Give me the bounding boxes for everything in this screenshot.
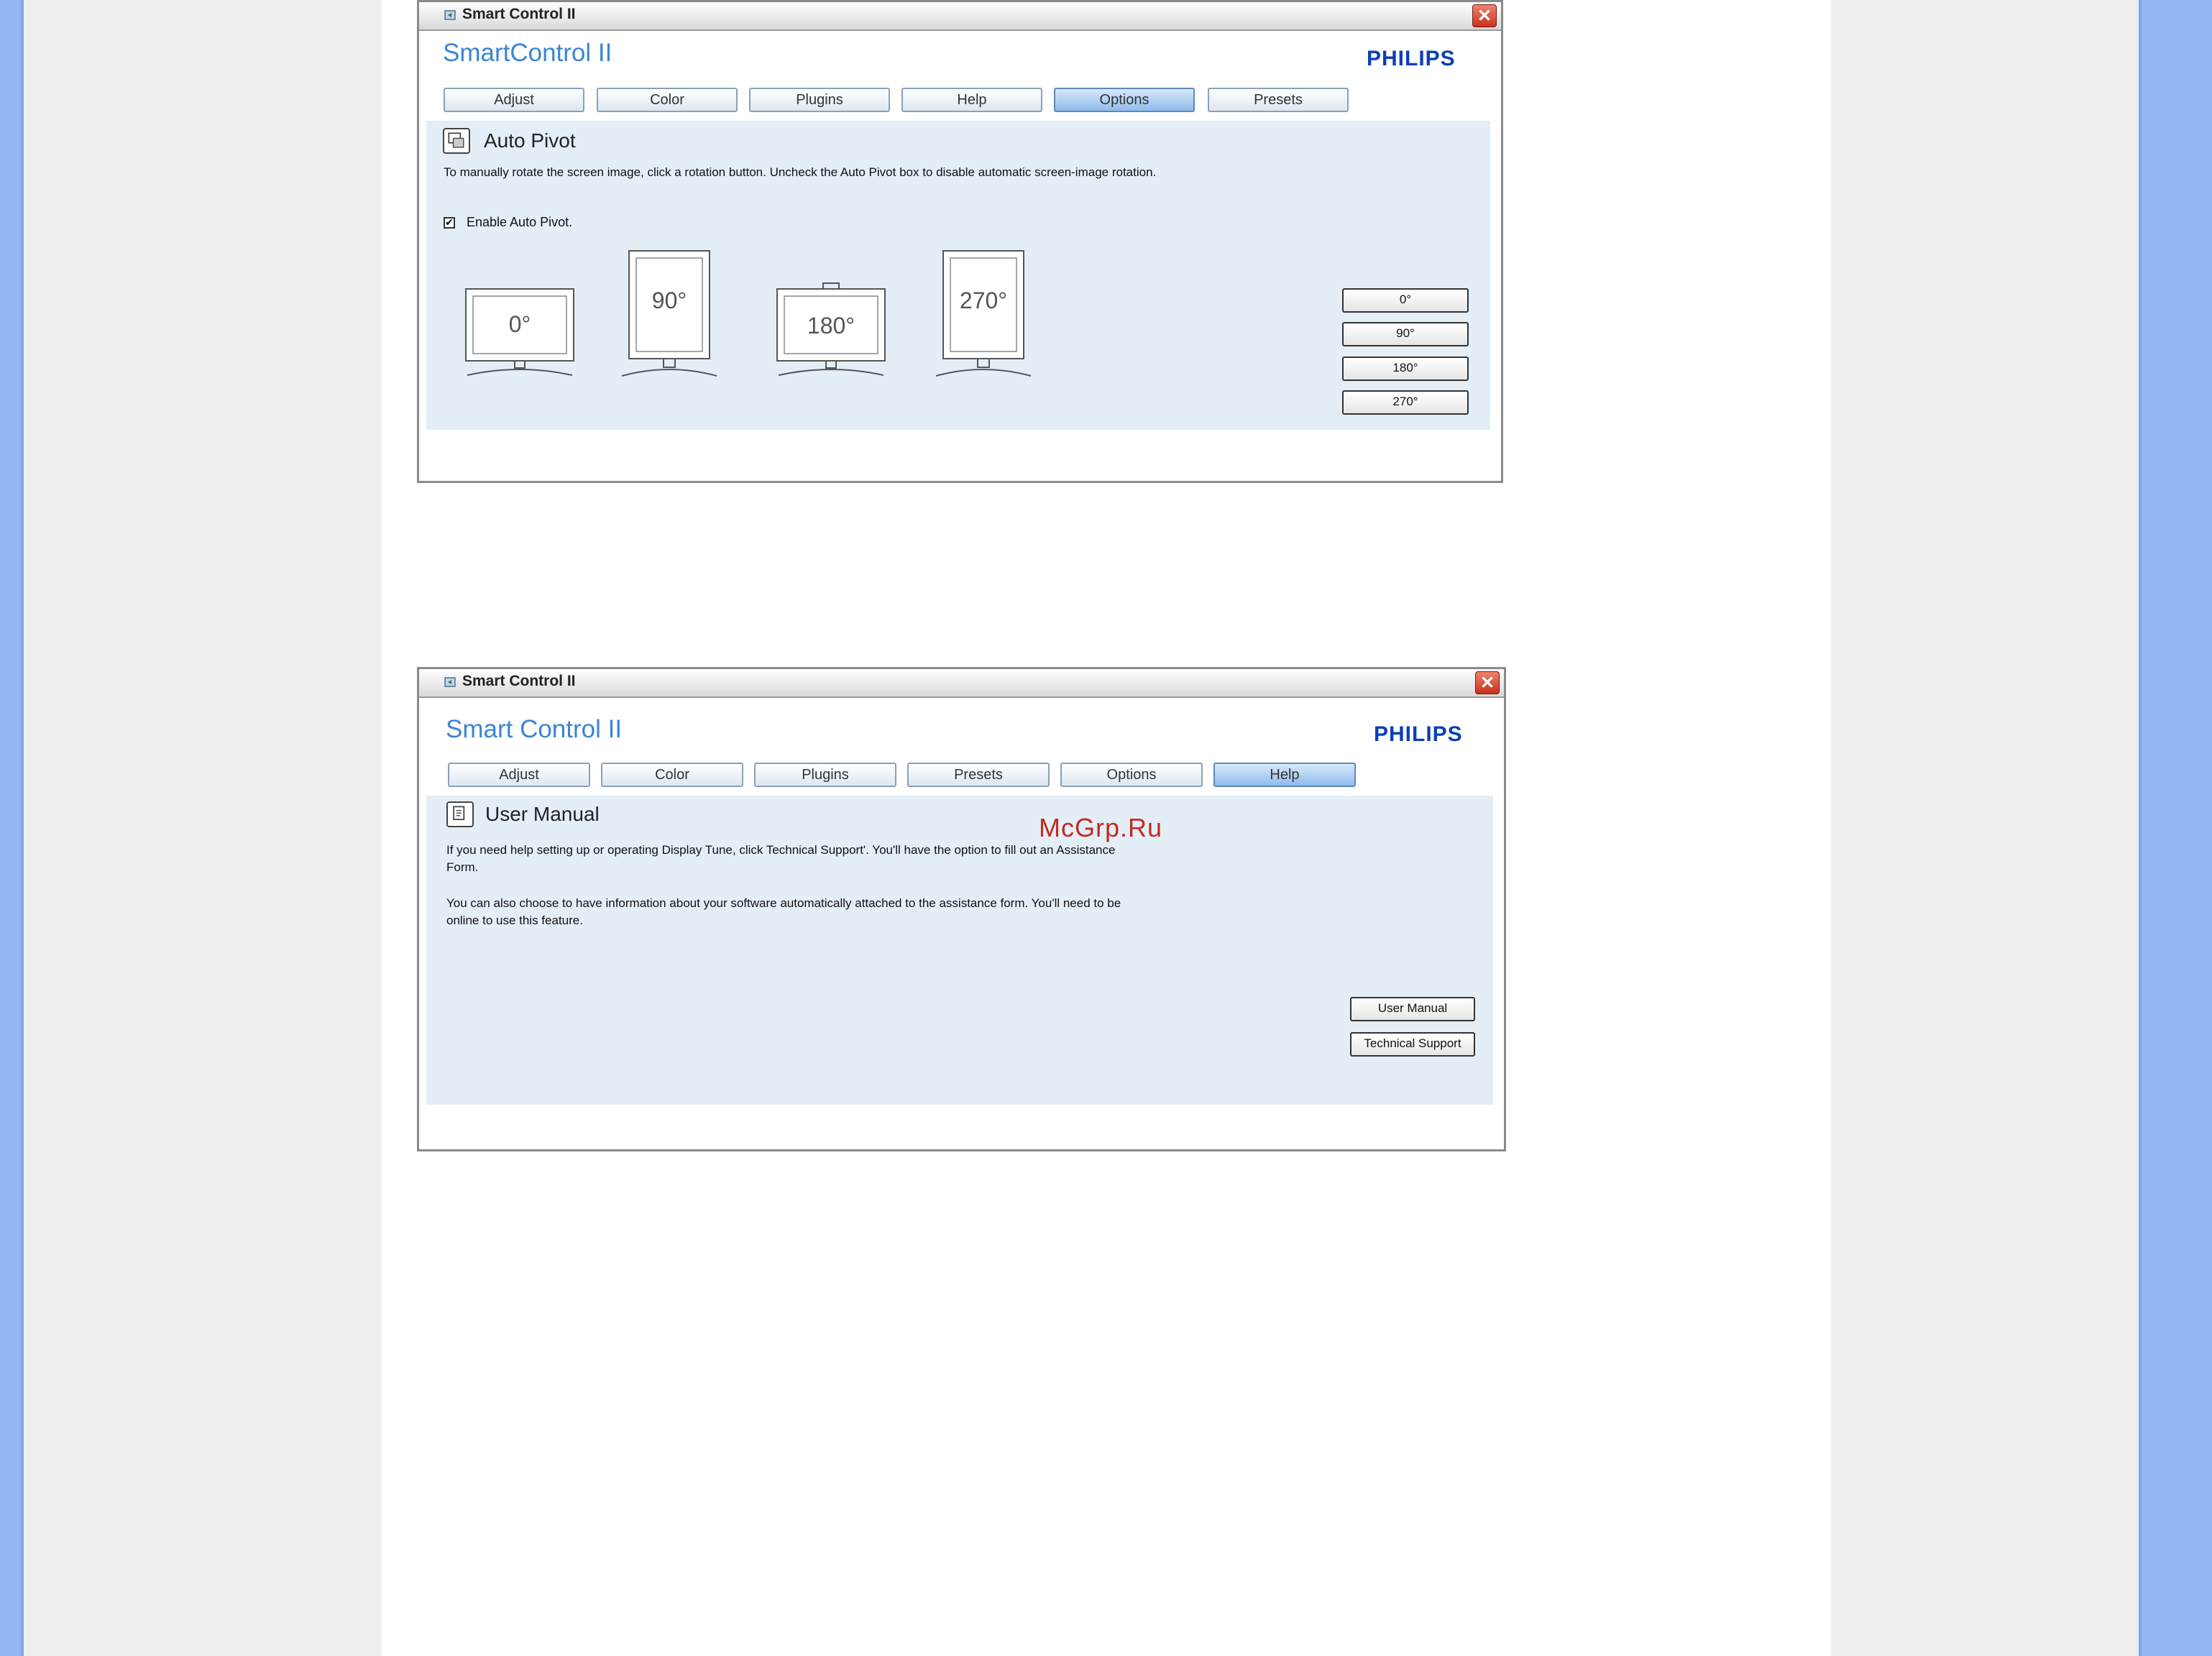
enable-auto-pivot-label: Enable Auto Pivot. xyxy=(467,215,573,229)
philips-logo: PHILIPS xyxy=(1367,47,1456,70)
section-title: Auto Pivot xyxy=(484,129,576,152)
enable-auto-pivot-checkbox[interactable]: ✔ xyxy=(444,217,455,229)
close-icon xyxy=(1479,9,1490,21)
tab-options[interactable]: Options xyxy=(1060,763,1203,787)
tab-presets[interactable]: Presets xyxy=(907,763,1050,787)
monitor-270-illustration: 270° xyxy=(935,250,1032,377)
tab-color[interactable]: Color xyxy=(597,88,738,112)
close-icon xyxy=(1482,676,1493,688)
smartcontrol-window-auto-pivot: Smart Control II SmartControl II PHILIPS… xyxy=(417,0,1503,483)
tab-adjust[interactable]: Adjust xyxy=(448,763,590,787)
status-footer xyxy=(426,433,1490,478)
rotate-90-button[interactable]: 90° xyxy=(1342,322,1469,346)
section-title: User Manual xyxy=(485,803,600,825)
title-bar: Smart Control II xyxy=(419,2,1501,31)
tab-adjust[interactable]: Adjust xyxy=(444,88,584,112)
title-bar: Smart Control II xyxy=(419,669,1504,698)
app-icon xyxy=(444,677,456,687)
auto-pivot-icon xyxy=(443,128,470,154)
technical-support-button[interactable]: Technical Support xyxy=(1350,1032,1475,1057)
user-manual-icon xyxy=(446,801,474,827)
watermark-text: McGrp.Ru xyxy=(1039,813,1163,842)
right-border-stripe xyxy=(2139,0,2212,1656)
close-button[interactable] xyxy=(1475,671,1500,694)
window-title: Smart Control II xyxy=(462,6,576,22)
tab-help[interactable]: Help xyxy=(1213,763,1356,787)
content-panel: User Manual If you need help setting up … xyxy=(426,796,1493,1105)
section-description-2: You can also choose to have information … xyxy=(446,896,1121,927)
monitor-180-label: 180° xyxy=(807,313,855,339)
app-icon xyxy=(444,10,456,20)
section-description-1: If you need help setting up or operating… xyxy=(446,843,1116,874)
rotate-180-button[interactable]: 180° xyxy=(1342,356,1469,381)
monitor-0-label: 0° xyxy=(509,311,531,337)
close-button[interactable] xyxy=(1472,4,1497,27)
rotate-0-button[interactable]: 0° xyxy=(1342,288,1469,313)
content-panel: Auto Pivot To manually rotate the screen… xyxy=(426,121,1490,430)
section-description: To manually rotate the screen image, cli… xyxy=(444,165,1157,179)
document-page: Smart Control II SmartControl II PHILIPS… xyxy=(382,0,1831,1656)
smartcontrol-window-user-manual: Smart Control II Smart Control II PHILIP… xyxy=(417,667,1506,1151)
brand-title: SmartControl II xyxy=(443,39,612,67)
monitor-270-label: 270° xyxy=(960,288,1007,313)
tab-plugins[interactable]: Plugins xyxy=(749,88,890,112)
rotate-270-button[interactable]: 270° xyxy=(1342,390,1469,415)
monitor-180-illustration: 180° xyxy=(776,282,886,376)
monitor-0-illustration: 0° xyxy=(465,288,574,376)
left-border-stripe xyxy=(0,0,24,1656)
tab-presets[interactable]: Presets xyxy=(1208,88,1349,112)
tab-color[interactable]: Color xyxy=(601,763,743,787)
status-footer xyxy=(426,1108,1493,1146)
monitor-90-illustration: 90° xyxy=(621,250,717,377)
philips-logo: PHILIPS xyxy=(1374,722,1463,746)
tab-plugins[interactable]: Plugins xyxy=(754,763,896,787)
monitor-90-label: 90° xyxy=(652,288,687,313)
user-manual-button[interactable]: User Manual xyxy=(1350,997,1475,1021)
tab-help[interactable]: Help xyxy=(901,88,1042,112)
brand-title: Smart Control II xyxy=(446,715,623,743)
tab-options[interactable]: Options xyxy=(1054,88,1195,112)
window-title: Smart Control II xyxy=(462,673,576,689)
